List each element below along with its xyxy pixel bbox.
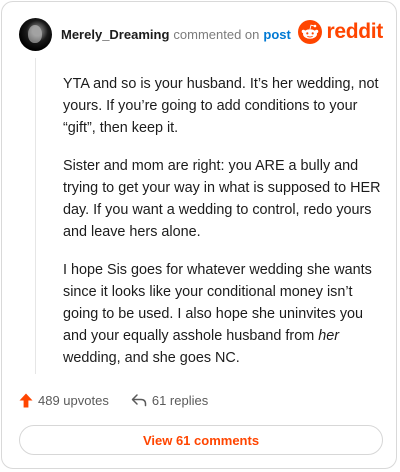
username-link[interactable]: Merely_Dreaming: [61, 27, 169, 42]
avatar[interactable]: [19, 18, 52, 51]
comment-card: Merely_Dreaming commented on post reddit Y…: [1, 1, 397, 469]
comment-paragraph-3: I hope Sis goes for whatever wedding she…: [63, 259, 389, 369]
comment-paragraph-1: YTA and so is your husband. It’s her wed…: [63, 76, 379, 136]
commented-on-text: commented on: [173, 27, 260, 42]
reddit-logo[interactable]: reddit: [298, 20, 383, 44]
comment-paragraph-2: Sister and mom are right: you ARE a bull…: [63, 158, 381, 240]
view-comments-button[interactable]: View 61 comments: [19, 425, 383, 455]
reddit-wordmark: reddit: [326, 20, 383, 43]
upvote-button[interactable]: 489 upvotes: [19, 393, 109, 408]
comment-meta: Merely_Dreaming commented on post: [61, 27, 291, 42]
comment-header: Merely_Dreaming commented on post reddit: [19, 18, 385, 52]
comment-actions: 489 upvotes 61 replies: [19, 390, 208, 410]
thread-line[interactable]: [35, 58, 36, 374]
comment-body: YTA and so is your husband. It’s her wed…: [63, 73, 389, 385]
reply-arrow-icon: [131, 394, 147, 407]
upvote-count: 489 upvotes: [38, 392, 109, 408]
reddit-snoo-icon: [298, 20, 323, 44]
reply-count: 61 replies: [151, 392, 209, 408]
upvote-arrow-icon: [19, 393, 33, 407]
paragraph-3-text-b: wedding, and she goes NC.: [63, 350, 240, 366]
emphasis-her: her: [318, 328, 340, 344]
replies-button[interactable]: 61 replies: [131, 393, 208, 408]
post-link[interactable]: post: [263, 27, 290, 42]
